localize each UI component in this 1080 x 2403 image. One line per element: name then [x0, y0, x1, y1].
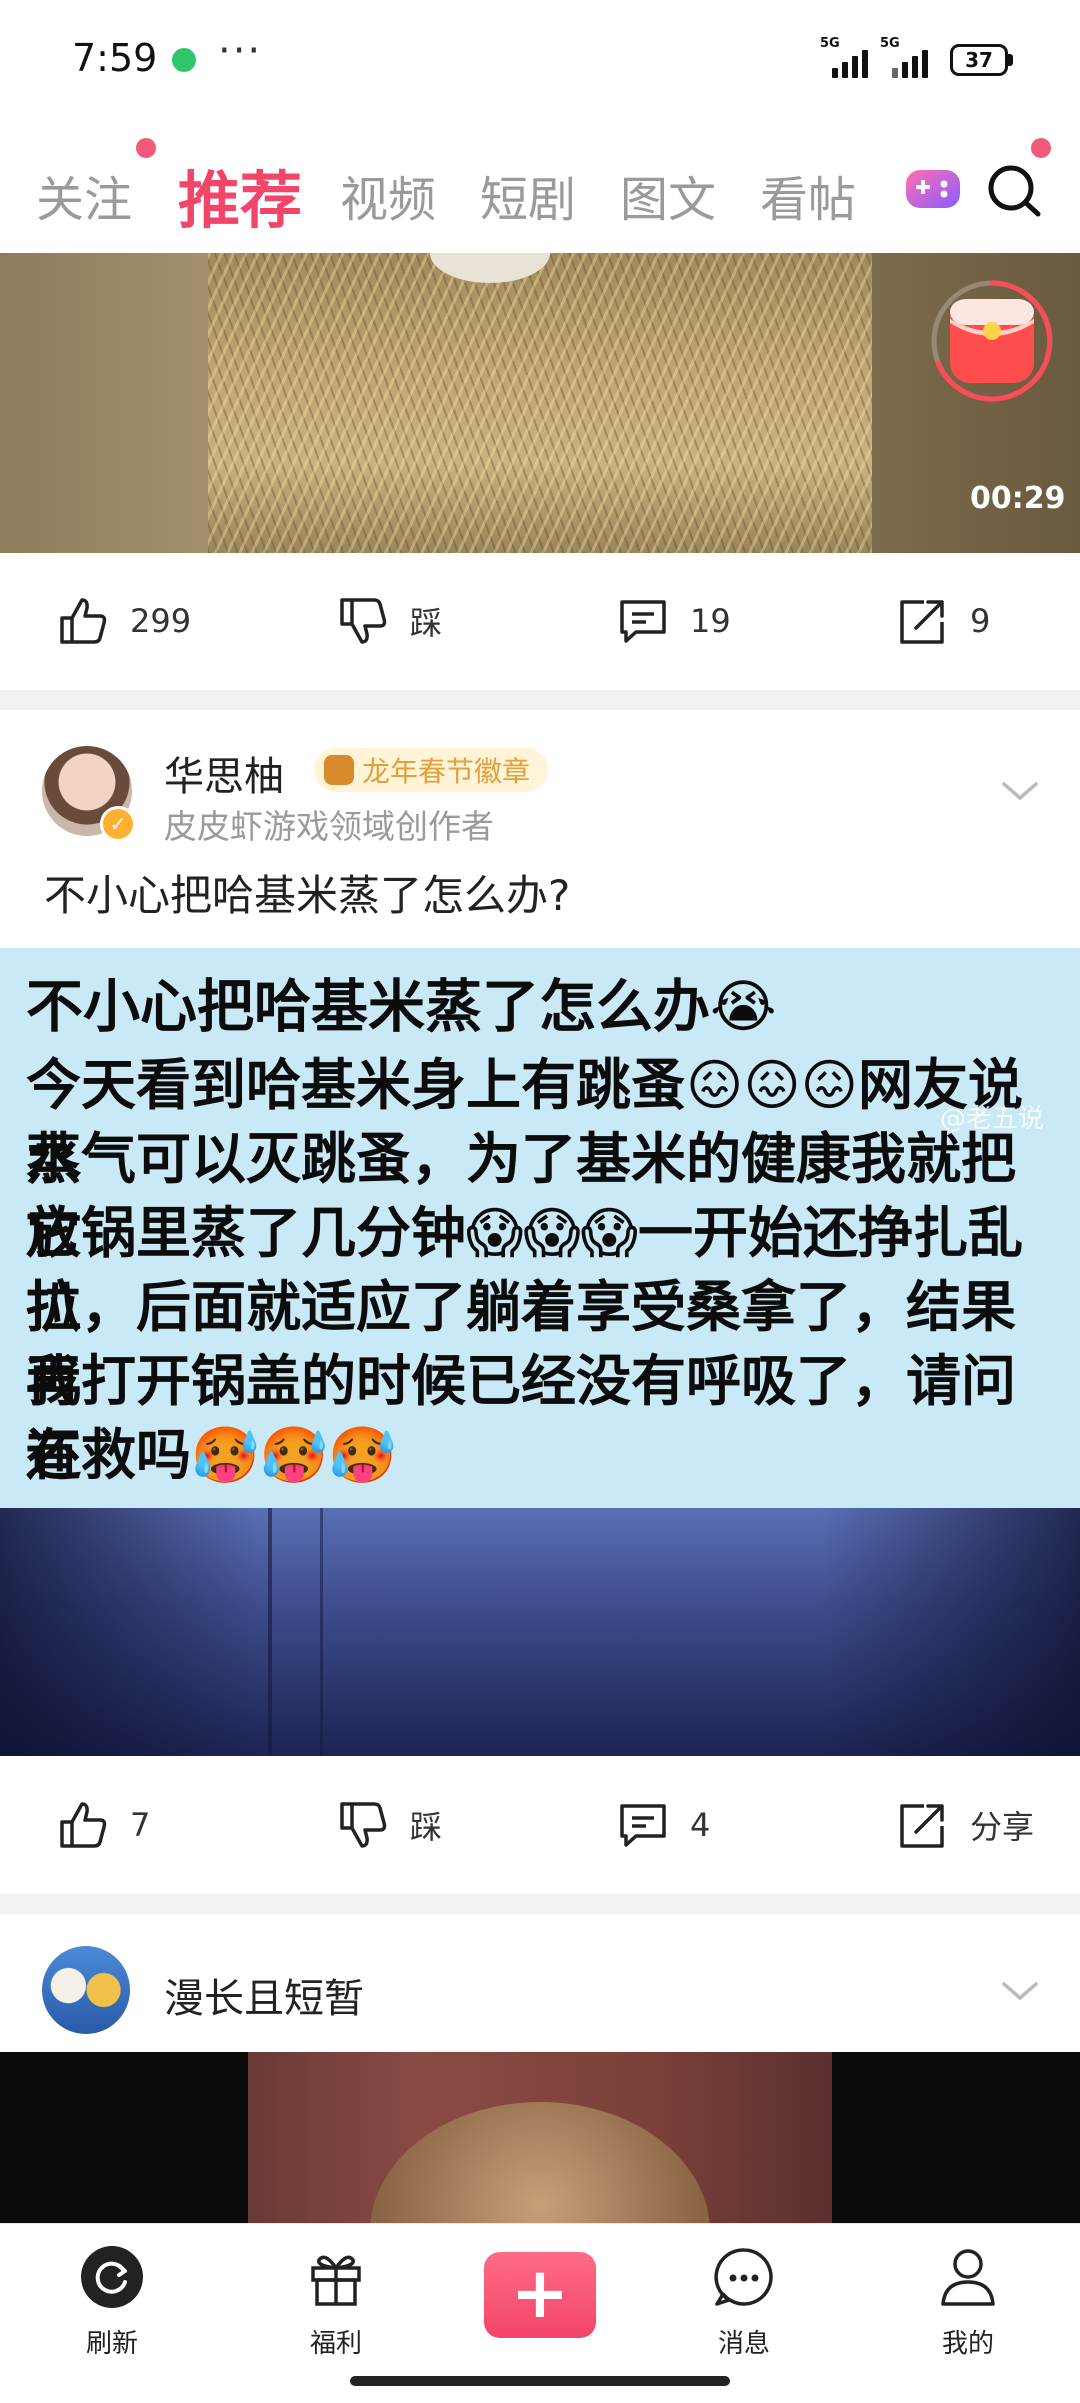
refresh-icon — [81, 2246, 143, 2308]
post2-author-desc: 皮皮虾游戏领域创作者 — [164, 807, 494, 846]
message-icon — [714, 2248, 773, 2306]
post2-author-badge[interactable]: 龙年春节徽章 — [314, 748, 549, 792]
signal-icon: 5G — [820, 36, 876, 78]
post3-author-avatar[interactable] — [42, 1946, 130, 2034]
post2-dislike-label: 踩 — [410, 1808, 443, 1846]
post2-action-bar: 7 踩 4 分享 — [0, 1770, 1080, 1880]
red-packet-icon[interactable] — [924, 273, 1060, 409]
post2-dislike-button[interactable]: 踩 — [336, 1770, 442, 1880]
post2-author-name[interactable]: 华思柚 — [164, 744, 284, 802]
post2-share-label: 分享 — [970, 1808, 1035, 1846]
feed-divider — [0, 690, 1080, 710]
post1-action-bar: 299 踩 19 9 — [0, 566, 1080, 676]
post2-title[interactable]: 不小心把哈基米蒸了怎么办? — [44, 862, 570, 923]
post2-badge-label: 龙年春节徽章 — [362, 755, 531, 788]
person-icon — [941, 2249, 995, 2306]
post2-like-count: 7 — [130, 1806, 151, 1844]
network-type-label: 5G — [820, 36, 840, 51]
dragon-badge-icon — [324, 755, 354, 785]
feed-divider — [0, 1894, 1080, 1914]
post1-like-count: 299 — [130, 602, 192, 640]
image-watermark: @老五说 — [940, 1104, 1045, 1134]
thumbs-down-icon — [340, 1802, 387, 1848]
post2-share-button[interactable]: 分享 — [896, 1770, 1034, 1880]
tab-posts[interactable]: 看帖 — [760, 160, 856, 230]
tab-short-drama[interactable]: 短剧 — [480, 160, 576, 230]
post3-video[interactable] — [0, 2052, 1080, 2224]
post1-dislike-button[interactable]: 踩 — [336, 566, 442, 676]
nav-welfare[interactable]: 福利 — [256, 2244, 416, 2360]
comment-icon — [620, 600, 666, 643]
thumbs-up-icon — [60, 598, 107, 644]
tab-video[interactable]: 视频 — [340, 160, 436, 230]
status-more: ··· — [218, 28, 263, 74]
tab-follow-dot — [136, 138, 156, 158]
gamepad-icon[interactable] — [902, 158, 964, 220]
post1-share-button[interactable]: 9 — [896, 566, 990, 676]
chevron-down-icon[interactable] — [1000, 776, 1040, 806]
signal-icon-2: 5G — [880, 36, 936, 78]
post2-like-button[interactable]: 7 — [56, 1770, 150, 1880]
top-tab-bar: 关注 推荐 视频 短剧 图文 看帖 — [0, 130, 1080, 250]
post2-comment-count: 4 — [690, 1806, 711, 1844]
chevron-down-icon[interactable] — [1000, 1976, 1040, 2006]
post2-image-title: 不小心把哈基米蒸了怎么办😭 — [26, 974, 777, 1040]
post1-video[interactable]: 00:29 — [0, 253, 1080, 553]
nav-refresh[interactable]: 刷新 — [32, 2244, 192, 2360]
verified-badge-icon: ✓ — [100, 806, 136, 842]
tab-recommend[interactable]: 推荐 — [178, 150, 302, 240]
post1-comment-count: 19 — [690, 602, 731, 640]
publish-button[interactable]: + — [484, 2252, 596, 2338]
thumbs-down-icon — [340, 598, 387, 644]
post1-share-count: 9 — [970, 602, 991, 640]
post3-author-name[interactable]: 漫长且短暂 — [164, 1966, 364, 2024]
nav-messages-label: 消息 — [717, 2329, 770, 2359]
nav-profile[interactable]: 我的 — [888, 2244, 1048, 2360]
post2-comment-button[interactable]: 4 — [616, 1770, 710, 1880]
nav-profile-label: 我的 — [941, 2329, 994, 2359]
share-icon — [900, 600, 944, 644]
home-indicator[interactable] — [350, 2376, 730, 2386]
nav-refresh-label: 刷新 — [85, 2329, 138, 2359]
network-type-label-2: 5G — [880, 36, 900, 51]
comment-icon — [620, 1804, 666, 1847]
post1-comment-button[interactable]: 19 — [616, 566, 731, 676]
post2-image[interactable]: 不小心把哈基米蒸了怎么办😭 今天看到哈基米身上有跳蚤😖😖😖网友说水 蒸气可以灭跳… — [0, 948, 1080, 1756]
status-time: 7:59 — [72, 36, 158, 80]
share-icon — [900, 1804, 944, 1848]
thumbs-up-icon — [60, 1802, 107, 1848]
tab-image-text[interactable]: 图文 — [620, 160, 716, 230]
post2-image-line-6: 有救吗🥵🥵🥵 — [26, 1423, 397, 1487]
video-duration: 00:29 — [970, 481, 1066, 516]
post1-like-button[interactable]: 299 — [56, 566, 191, 676]
search-dot — [1031, 138, 1051, 158]
battery-tip — [1008, 54, 1013, 66]
post2-image-dark-area — [0, 1508, 1080, 1756]
search-icon[interactable] — [980, 156, 1050, 226]
post1-dislike-label: 踩 — [410, 604, 443, 642]
post2-image-text-panel: 不小心把哈基米蒸了怎么办😭 今天看到哈基米身上有跳蚤😖😖😖网友说水 蒸气可以灭跳… — [0, 948, 1080, 1508]
status-bar: 7:59 ··· 5G 5G 37 — [0, 0, 1080, 120]
gift-icon — [311, 2255, 361, 2306]
nav-welfare-label: 福利 — [309, 2329, 362, 2359]
tab-follow[interactable]: 关注 — [36, 160, 132, 230]
battery-icon: 37 — [950, 44, 1008, 76]
app-notification-icon — [172, 48, 196, 72]
nav-messages[interactable]: 消息 — [664, 2244, 824, 2360]
